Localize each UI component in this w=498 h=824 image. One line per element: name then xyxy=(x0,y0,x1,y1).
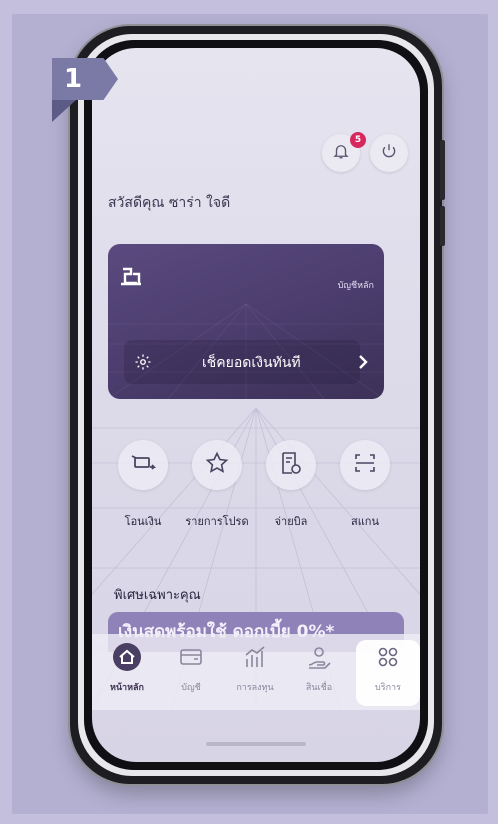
power-icon xyxy=(380,142,398,164)
loan-icon xyxy=(307,645,331,673)
quick-menu-favorites-label: รายการโปรด xyxy=(185,515,249,528)
chevron-right-icon xyxy=(356,354,370,374)
transfer-icon xyxy=(130,452,157,478)
nav-loans-label: สินเชื่อ xyxy=(305,683,333,693)
check-balance-label: เช็คยอดเงินทันที xyxy=(202,355,301,371)
nav-accounts[interactable]: บัญชี xyxy=(160,634,222,710)
quick-menu-favorites[interactable]: รายการโปรด xyxy=(182,440,252,530)
phone-volume-button xyxy=(440,206,445,246)
bank-logo-icon xyxy=(120,266,142,290)
quick-menu-pay-bill-label: จ่ายบิล xyxy=(274,515,308,528)
greeting-text: สวัสดีคุณ ซาร่า ใจดี xyxy=(108,195,231,211)
nav-home[interactable]: หน้าหลัก xyxy=(96,634,158,710)
investment-icon xyxy=(243,645,267,673)
quick-menu-transfer[interactable]: โอนเงิน xyxy=(108,440,178,530)
nav-services[interactable]: บริการ xyxy=(357,634,419,710)
quick-menu-scan-label: สแกน xyxy=(351,515,379,528)
nav-investment[interactable]: การลงทุน xyxy=(224,634,286,710)
quick-menu-transfer-label: โอนเงิน xyxy=(124,515,162,528)
notification-count-badge: 5 xyxy=(350,132,366,148)
scan-icon xyxy=(353,451,377,479)
home-indicator xyxy=(206,742,306,746)
section-title: พิเศษเฉพาะคุณ xyxy=(114,588,201,603)
nav-loans[interactable]: สินเชื่อ xyxy=(288,634,350,710)
quick-menu-pay-bill[interactable]: จ่ายบิล xyxy=(256,440,326,530)
phone-power-button xyxy=(440,140,445,200)
bell-icon xyxy=(332,142,350,164)
wallet-icon xyxy=(179,647,203,671)
gear-icon xyxy=(134,353,152,375)
nav-accounts-label: บัญชี xyxy=(181,683,201,693)
logout-button[interactable] xyxy=(370,134,408,172)
phone-screen: 5 สวัสดีคุณ ซาร่า ใจดี บัญชีหลัก เช็คยอด… xyxy=(92,48,420,762)
step-number: 1 xyxy=(64,64,83,94)
nav-services-label: บริการ xyxy=(375,683,401,693)
quick-menu-scan[interactable]: สแกน xyxy=(330,440,400,530)
star-icon xyxy=(205,451,229,479)
nav-investment-label: การลงทุน xyxy=(236,683,274,693)
account-type-label: บัญชีหลัก xyxy=(337,281,374,291)
bill-icon xyxy=(280,451,302,479)
home-icon xyxy=(112,642,142,676)
nav-home-label: หน้าหลัก xyxy=(109,683,145,693)
services-icon xyxy=(377,646,399,672)
